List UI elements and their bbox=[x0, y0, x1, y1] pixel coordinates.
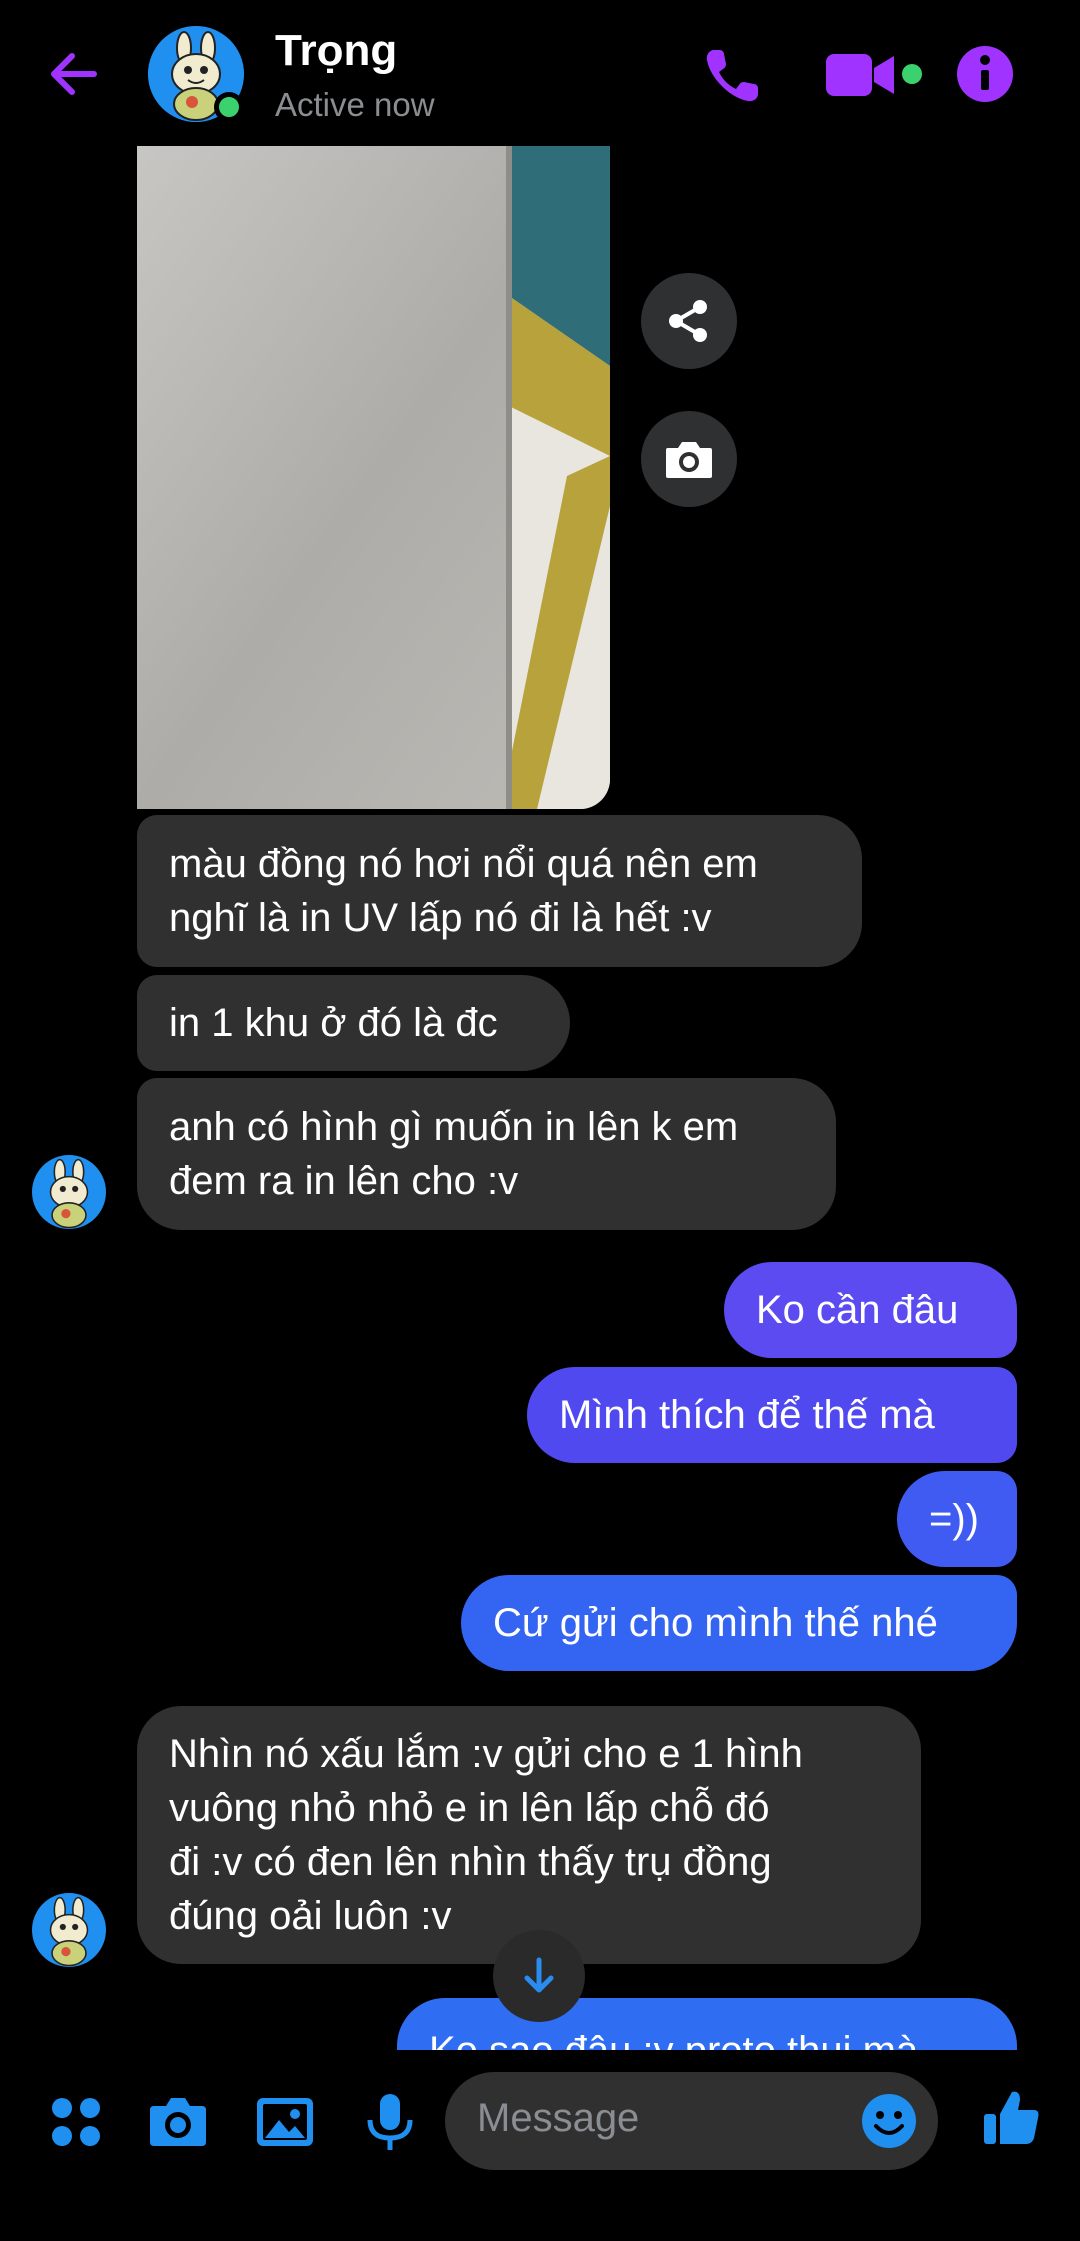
contact-avatar-small[interactable] bbox=[32, 1155, 106, 1229]
emoji-icon[interactable] bbox=[860, 2092, 918, 2150]
camera-icon bbox=[666, 442, 712, 478]
message-input[interactable]: Message bbox=[445, 2072, 938, 2170]
back-arrow-icon[interactable] bbox=[44, 44, 104, 104]
message-text-line: nghĩ là in UV lấp nó đi là hết :v bbox=[169, 896, 712, 940]
like-thumbs-up-icon[interactable] bbox=[980, 2086, 1044, 2150]
conversation-header: Trọng Active now bbox=[0, 0, 1080, 145]
message-placeholder: Message bbox=[477, 2096, 640, 2140]
message-text-line: in 1 khu ở đó là đc bbox=[169, 1001, 498, 1045]
video-call-icon[interactable] bbox=[826, 50, 896, 100]
online-status-dot bbox=[214, 92, 244, 122]
microphone-icon[interactable] bbox=[358, 2090, 422, 2154]
camera-icon[interactable] bbox=[146, 2090, 210, 2154]
outgoing-message[interactable]: =)) bbox=[897, 1471, 1017, 1567]
message-text-line: =)) bbox=[929, 1497, 979, 1541]
share-icon bbox=[669, 300, 707, 342]
message-text-line: Ko cần đâu bbox=[756, 1288, 959, 1332]
message-text-line: đi :v có đen lên nhìn thấy trụ đồng bbox=[169, 1840, 772, 1884]
message-text-line: Cứ gửi cho mình thế nhé bbox=[493, 1601, 938, 1645]
outgoing-message[interactable]: Ko cần đâu bbox=[724, 1262, 1017, 1358]
contact-avatar-small[interactable] bbox=[32, 1893, 106, 1967]
photo-camera-button[interactable] bbox=[641, 411, 737, 507]
incoming-message[interactable]: anh có hình gì muốn in lên k em đem ra i… bbox=[137, 1078, 836, 1230]
rabbit-avatar-icon bbox=[32, 1893, 106, 1967]
incoming-message[interactable]: Nhìn nó xấu lắm :v gửi cho e 1 hình vuôn… bbox=[137, 1706, 921, 1964]
outgoing-message[interactable]: Cứ gửi cho mình thế nhé bbox=[461, 1575, 1017, 1671]
phone-call-icon[interactable] bbox=[700, 44, 764, 108]
message-text-line: màu đồng nó hơi nổi quá nên em bbox=[169, 842, 758, 886]
message-text-line: vuông nhỏ nhỏ e in lên lấp chỗ đó bbox=[169, 1786, 770, 1830]
contact-name[interactable]: Trọng bbox=[275, 26, 397, 76]
message-text-line: anh có hình gì muốn in lên k em bbox=[169, 1105, 739, 1149]
message-text-line: Nhìn nó xấu lắm :v gửi cho e 1 hình bbox=[169, 1732, 803, 1776]
message-text-line: đúng oải luôn :v bbox=[169, 1894, 452, 1938]
incoming-message[interactable]: màu đồng nó hơi nổi quá nên em nghĩ là i… bbox=[137, 815, 862, 967]
arrow-down-icon bbox=[524, 1957, 554, 1993]
active-status: Active now bbox=[275, 86, 435, 123]
share-button[interactable] bbox=[641, 273, 737, 369]
photo-content bbox=[137, 146, 610, 809]
message-text-line: Mình thích để thế mà bbox=[559, 1393, 935, 1437]
message-text-line: đem ra in lên cho :v bbox=[169, 1159, 519, 1203]
rabbit-avatar-icon bbox=[32, 1155, 106, 1229]
shared-photo[interactable] bbox=[137, 146, 610, 809]
video-active-dot bbox=[902, 64, 922, 84]
outgoing-message[interactable]: Mình thích để thế mà bbox=[527, 1367, 1017, 1463]
gallery-image-icon[interactable] bbox=[253, 2090, 317, 2154]
info-icon[interactable] bbox=[955, 44, 1015, 104]
incoming-message[interactable]: in 1 khu ở đó là đc bbox=[137, 975, 570, 1071]
menu-grid-icon[interactable] bbox=[44, 2090, 108, 2154]
scroll-to-bottom-button[interactable] bbox=[493, 1930, 585, 2022]
